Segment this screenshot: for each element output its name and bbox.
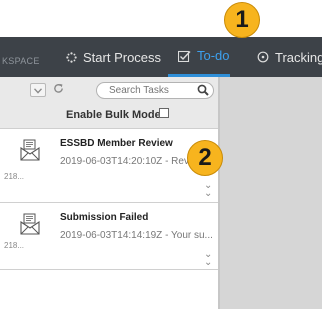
task-subtitle: 2019-06-03T14:20:10Z - Review: [60, 156, 204, 167]
bulk-mode-checkbox[interactable]: [159, 108, 169, 118]
checkbox-icon: [178, 50, 191, 62]
refresh-button[interactable]: [51, 83, 65, 97]
expand-chevron-icon[interactable]: ⌄ ⌄: [204, 250, 212, 268]
nav-tracking[interactable]: Tracking: [257, 37, 322, 77]
nav-start-process-label: Start Process: [83, 49, 162, 65]
workspace-label: KSPACE: [2, 56, 40, 66]
expand-chevron-icon[interactable]: ⌄ ⌄: [204, 181, 212, 199]
task-title: Submission Failed: [60, 212, 149, 223]
bulk-mode-label: Enable Bulk Mode: [66, 109, 161, 121]
task-title: ESSBD Member Review: [60, 138, 173, 149]
task-id: 218...: [4, 172, 25, 181]
chevron-down-icon: [33, 81, 43, 99]
task-id: 218...: [4, 241, 25, 250]
task-subtitle: 2019-06-03T14:14:19Z - Your su...: [60, 230, 213, 241]
nav-start-process[interactable]: Start Process: [66, 37, 161, 77]
nav-todo-label: To-do: [197, 48, 230, 63]
task-item[interactable]: ESSBD Member Review 2019-06-03T14:20:10Z…: [0, 129, 218, 203]
spinner-icon: [66, 51, 77, 63]
collapse-dropdown-button[interactable]: [30, 83, 46, 97]
search-tasks-input[interactable]: [97, 83, 189, 98]
callout-badge-1: 1: [224, 2, 260, 38]
nav-todo[interactable]: To-do: [168, 37, 230, 77]
search-tasks-field: [96, 82, 214, 99]
target-icon: [257, 51, 269, 63]
search-icon[interactable]: [197, 84, 209, 99]
task-envelope-icon: [20, 213, 40, 240]
top-nav-bar: KSPACE Start Process To-do Tracking: [0, 37, 322, 77]
callout-badge-2: 2: [187, 140, 223, 176]
task-item[interactable]: Submission Failed 2019-06-03T14:14:19Z -…: [0, 203, 218, 270]
nav-tracking-label: Tracking: [275, 49, 322, 65]
main-content-area: [220, 77, 322, 309]
refresh-icon: [53, 81, 64, 99]
task-envelope-icon: [20, 139, 40, 166]
task-list-panel: Enable Bulk Mode ESSBD Member Review 201…: [0, 77, 220, 309]
task-toolbar: Enable Bulk Mode: [0, 77, 218, 129]
